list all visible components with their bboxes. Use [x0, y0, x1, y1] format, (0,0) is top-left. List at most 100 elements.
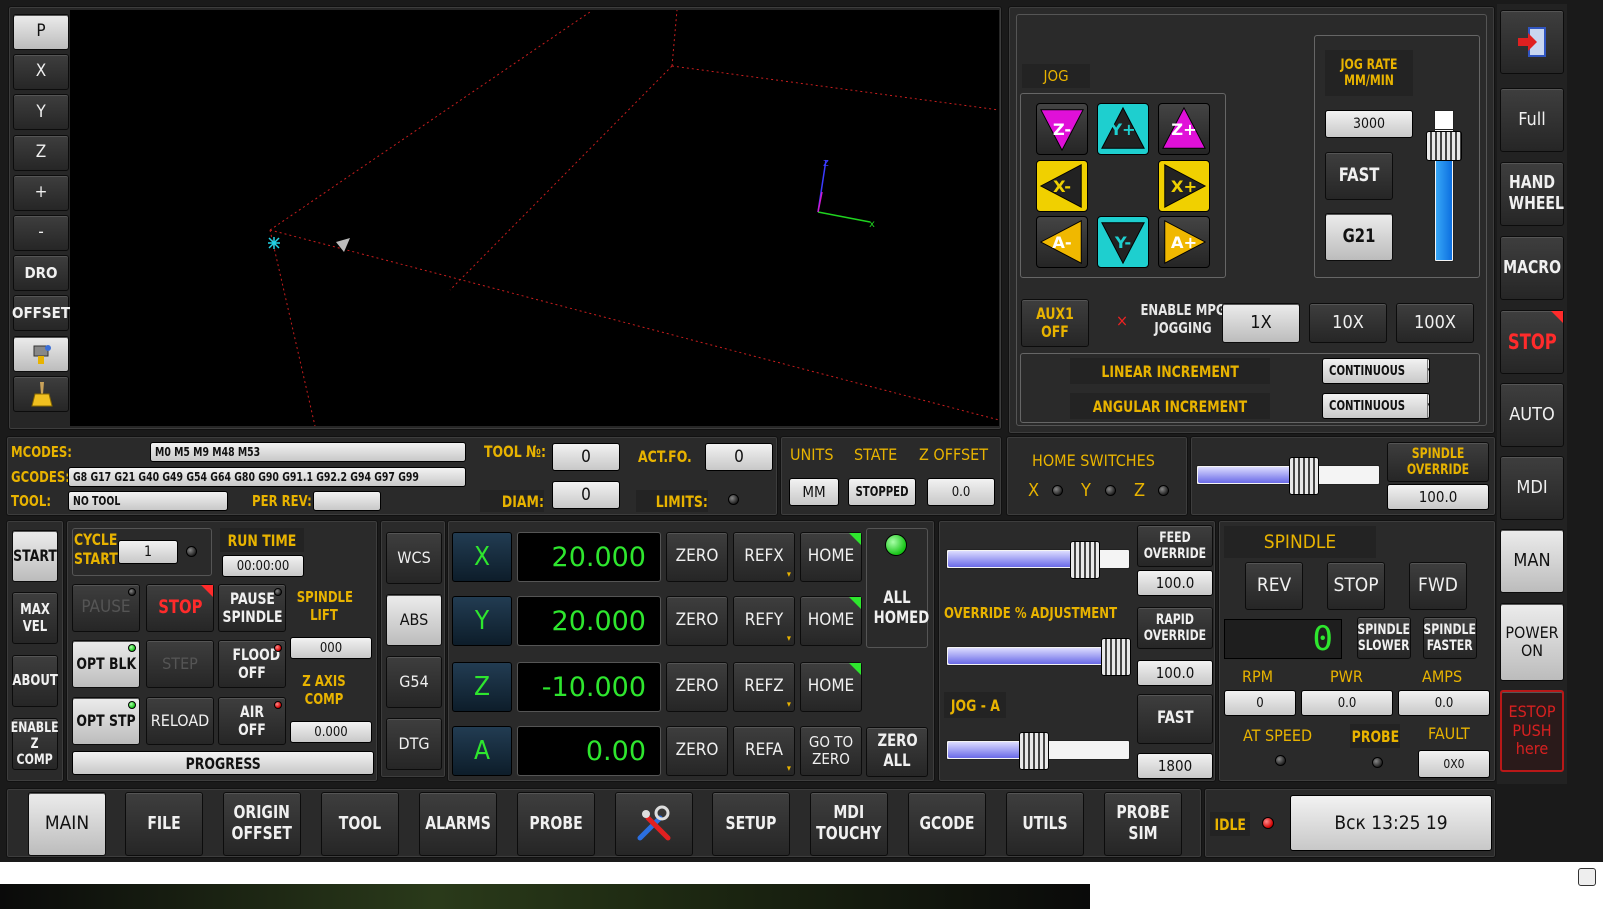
- enable-z-comp-button[interactable]: ENABLE Z COMP: [11, 718, 59, 770]
- angular-increment-select[interactable]: CONTINUOUS▾: [1322, 393, 1430, 419]
- tab-main[interactable]: MAIN: [28, 792, 106, 856]
- ref-y-button[interactable]: REFY ▾: [733, 596, 795, 646]
- jog-xminus-button[interactable]: X-: [1036, 160, 1088, 212]
- tab-probe-sim[interactable]: PROBE SIM: [1104, 792, 1182, 856]
- dro-z-value[interactable]: -10.000: [517, 662, 661, 712]
- step-button[interactable]: STEP: [146, 640, 214, 688]
- max-vel-button[interactable]: MAX VEL: [12, 592, 58, 644]
- about-button[interactable]: ABOUT: [12, 655, 58, 707]
- coord-mode-g54-button[interactable]: G54: [386, 656, 442, 708]
- aux1-button[interactable]: AUX1 OFF: [1021, 299, 1089, 347]
- air-button[interactable]: AIR OFF: [218, 697, 286, 745]
- tab-setup[interactable]: SETUP: [712, 792, 790, 856]
- start-button[interactable]: START: [12, 530, 58, 582]
- handwheel-button[interactable]: HAND WHEEL: [1500, 162, 1564, 226]
- pause-button[interactable]: PAUSE: [72, 584, 140, 632]
- spindle-override-button[interactable]: SPINDLE OVERRIDE: [1387, 442, 1489, 482]
- tab-file[interactable]: FILE: [125, 792, 203, 856]
- tray-icon[interactable]: [1578, 868, 1596, 886]
- slider-knob[interactable]: [1070, 541, 1100, 579]
- opt-blk-button[interactable]: OPT BLK: [72, 640, 140, 688]
- axis-x-button[interactable]: X: [452, 532, 512, 582]
- mpg-checkbox-icon[interactable]: ×: [1116, 311, 1128, 330]
- fullscreen-button[interactable]: Full: [1500, 88, 1564, 152]
- coord-mode-abs-button[interactable]: ABS: [386, 594, 442, 646]
- manual-mode-button[interactable]: MAN: [1500, 529, 1564, 593]
- estop-button[interactable]: ESTOP PUSH here: [1500, 690, 1564, 772]
- reload-button[interactable]: RELOAD: [146, 697, 214, 745]
- jog-aplus-button[interactable]: A+: [1158, 216, 1210, 268]
- home-x-button[interactable]: HOME: [800, 532, 862, 582]
- zero-z-button[interactable]: ZERO: [666, 662, 728, 712]
- y-view-button[interactable]: Y: [13, 94, 69, 131]
- tool-view-icon[interactable]: [13, 336, 69, 372]
- coord-mode-dtg-button[interactable]: DTG: [386, 718, 442, 770]
- zoom-in-button[interactable]: +: [13, 174, 69, 211]
- x-view-button[interactable]: X: [13, 54, 69, 91]
- mdi-mode-button[interactable]: MDI: [1500, 456, 1564, 520]
- feed-override-button[interactable]: FEED OVERRIDE: [1137, 525, 1213, 567]
- dro-toggle-button[interactable]: DRO: [13, 255, 69, 292]
- jog-yminus-button[interactable]: Y-: [1097, 216, 1149, 268]
- jog-a-value[interactable]: 1800: [1137, 753, 1213, 779]
- tab-origin-offset[interactable]: ORIGIN OFFSET: [223, 792, 301, 856]
- z-view-button[interactable]: Z: [13, 134, 69, 171]
- units-toggle-button[interactable]: G21: [1325, 213, 1393, 261]
- perspective-view-button[interactable]: P: [13, 14, 69, 50]
- auto-mode-button[interactable]: AUTO: [1500, 383, 1564, 447]
- home-z-button[interactable]: HOME: [800, 662, 862, 712]
- jog-zminus-button[interactable]: Z-: [1036, 103, 1088, 155]
- go-to-zero-button[interactable]: GO TO ZERO: [800, 726, 862, 776]
- increment-100x-button[interactable]: 100X: [1396, 303, 1474, 343]
- tab-utils[interactable]: UTILS: [1006, 792, 1084, 856]
- coord-mode-wcs-button[interactable]: WCS: [386, 532, 442, 584]
- power-on-button[interactable]: POWER ON: [1500, 603, 1564, 681]
- spindle-stop-button[interactable]: STOP: [1327, 562, 1385, 610]
- pause-spindle-button[interactable]: PAUSE SPINDLE: [218, 584, 286, 632]
- tab-probe[interactable]: PROBE: [517, 792, 595, 856]
- jog-yplus-button[interactable]: Y+: [1097, 103, 1149, 155]
- slider-knob[interactable]: [1019, 732, 1049, 770]
- linear-increment-select[interactable]: CONTINUOUS▾: [1322, 358, 1430, 384]
- jog-xplus-button[interactable]: X+: [1158, 160, 1210, 212]
- tab-alarms[interactable]: ALARMS: [419, 792, 497, 856]
- exit-button[interactable]: [1500, 10, 1564, 74]
- zero-y-button[interactable]: ZERO: [666, 596, 728, 646]
- zero-all-button[interactable]: ZERO ALL: [866, 727, 928, 777]
- increment-10x-button[interactable]: 10X: [1309, 303, 1387, 343]
- rapid-override-button[interactable]: RAPID OVERRIDE: [1137, 607, 1213, 649]
- dro-y-value[interactable]: 20.000: [517, 596, 661, 646]
- opt-stp-button[interactable]: OPT STP: [72, 697, 140, 745]
- ref-a-button[interactable]: REFA ▾: [733, 726, 795, 776]
- jog-zplus-button[interactable]: Z+: [1158, 103, 1210, 155]
- home-y-button[interactable]: HOME: [800, 596, 862, 646]
- chevron-down-icon[interactable]: ▾: [1426, 359, 1429, 383]
- spindle-lift-field[interactable]: 000: [290, 637, 372, 659]
- z-comp-field[interactable]: 0.000: [290, 721, 372, 743]
- jog-a-slider[interactable]: [946, 732, 1130, 770]
- feed-override-slider[interactable]: [946, 541, 1130, 579]
- spindle-faster-button[interactable]: SPINDLE FASTER: [1423, 617, 1477, 659]
- tools-icon-tab[interactable]: [615, 792, 693, 856]
- slider-knob[interactable]: [1101, 638, 1131, 676]
- zero-x-button[interactable]: ZERO: [666, 532, 728, 582]
- ref-x-button[interactable]: REFX ▾: [733, 532, 795, 582]
- macro-button[interactable]: MACRO: [1500, 236, 1564, 300]
- clear-live-plot-icon[interactable]: [13, 376, 69, 412]
- spindle-rev-button[interactable]: REV: [1245, 562, 1303, 610]
- tab-gcode[interactable]: GCODE: [908, 792, 986, 856]
- cycle-stop-button[interactable]: STOP: [146, 584, 214, 632]
- spindle-fwd-button[interactable]: FWD: [1409, 562, 1467, 610]
- chevron-down-icon[interactable]: ▾: [1426, 394, 1429, 418]
- jog-aminus-button[interactable]: A-: [1036, 216, 1088, 268]
- cycle-start-label[interactable]: CYCLE START: [74, 530, 118, 568]
- dro-a-value[interactable]: 0.00: [517, 726, 661, 776]
- dro-x-value[interactable]: 20.000: [517, 532, 661, 582]
- slider-knob[interactable]: [1289, 457, 1319, 495]
- zero-a-button[interactable]: ZERO: [666, 726, 728, 776]
- spindle-slower-button[interactable]: SPINDLE SLOWER: [1357, 617, 1411, 659]
- jog-a-fast-button[interactable]: FAST: [1137, 694, 1213, 744]
- axis-y-button[interactable]: Y: [452, 596, 512, 646]
- zoom-out-button[interactable]: -: [13, 215, 69, 251]
- tab-tool[interactable]: TOOL: [321, 792, 399, 856]
